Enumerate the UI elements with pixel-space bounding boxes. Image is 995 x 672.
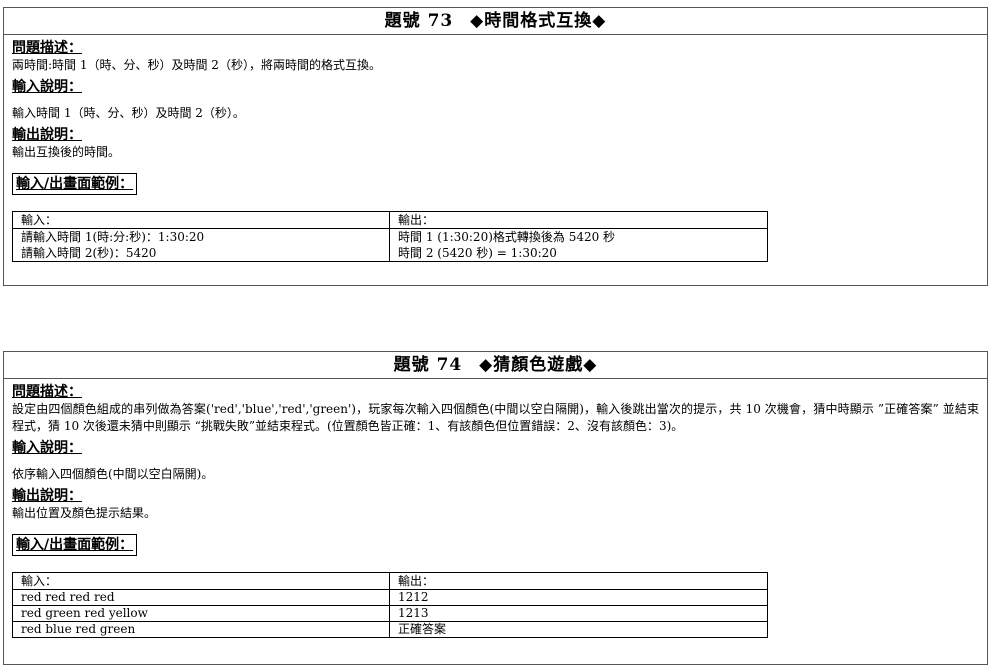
input-line: 請輸入時間 2(秒)：5420 <box>21 246 157 260</box>
problem-number: 題號 73 <box>384 11 454 31</box>
input-cell: 請輸入時間 1(時:分:秒)：1:30:20 請輸入時間 2(秒)：5420 <box>12 228 390 262</box>
output-heading: 輸出說明： <box>12 488 82 504</box>
description-text: 設定由四個顏色組成的串列做為答案('red','blue','red','gre… <box>12 402 979 433</box>
output-cell: 1212 <box>389 589 768 606</box>
output-text: 輸出互換後的時間。 <box>12 145 121 159</box>
problem-74: 題號 74 ◆猜顏色遊戲◆ 問題描述： 設定由四個顏色組成的串列做為答案('re… <box>3 351 988 665</box>
input-heading: 輸入說明： <box>12 79 82 95</box>
problem-number: 題號 74 <box>393 355 463 375</box>
input-text: 輸入時間 1（時、分、秒）及時間 2（秒）。 <box>12 106 245 120</box>
input-line: 請輸入時間 1(時:分:秒)：1:30:20 <box>21 230 205 244</box>
description-text: 兩時間:時間 1（時、分、秒）及時間 2（秒），將兩時間的格式互換。 <box>12 58 381 72</box>
output-line: 時間 1 (1:30:20)格式轉換後為 5420 秒 <box>398 230 616 244</box>
output-text: 輸出位置及顏色提示結果。 <box>12 506 157 520</box>
input-heading: 輸入說明： <box>12 440 82 456</box>
io-example-table: 輸入： 輸出： red red red red 1212 red green r… <box>12 572 768 638</box>
input-cell: red green red yellow <box>12 605 390 622</box>
example-heading: 輸入/出畫面範例： <box>12 534 138 556</box>
output-line: 時間 2 (5420 秒) = 1:30:20 <box>398 246 557 260</box>
input-cell: red red red red <box>12 589 390 606</box>
io-example-table: 輸入： 輸出： 請輸入時間 1(時:分:秒)：1:30:20 請輸入時間 2(秒… <box>12 211 768 262</box>
problem-73: 題號 73 ◆時間格式互換◆ 問題描述： 兩時間:時間 1（時、分、秒）及時間 … <box>3 7 988 286</box>
output-column-header: 輸出： <box>389 572 768 590</box>
output-cell: 1213 <box>389 605 768 622</box>
problem-title: ◆猜顏色遊戲◆ <box>479 355 598 375</box>
output-heading: 輸出說明： <box>12 127 82 143</box>
output-cell: 時間 1 (1:30:20)格式轉換後為 5420 秒 時間 2 (5420 秒… <box>389 228 768 262</box>
output-cell: 正確答案 <box>389 621 768 638</box>
description-heading: 問題描述： <box>12 40 82 56</box>
problem-73-title-bar: 題號 73 ◆時間格式互換◆ <box>4 8 987 35</box>
input-column-header: 輸入： <box>12 572 390 590</box>
output-column-header: 輸出： <box>389 211 768 229</box>
input-cell: red blue red green <box>12 621 390 638</box>
problem-title: ◆時間格式互換◆ <box>470 11 607 31</box>
description-heading: 問題描述： <box>12 384 82 400</box>
problem-74-title-bar: 題號 74 ◆猜顏色遊戲◆ <box>4 352 987 379</box>
input-text: 依序輸入四個顏色(中間以空白隔開)。 <box>12 467 214 481</box>
input-column-header: 輸入： <box>12 211 390 229</box>
example-heading: 輸入/出畫面範例： <box>12 173 138 195</box>
